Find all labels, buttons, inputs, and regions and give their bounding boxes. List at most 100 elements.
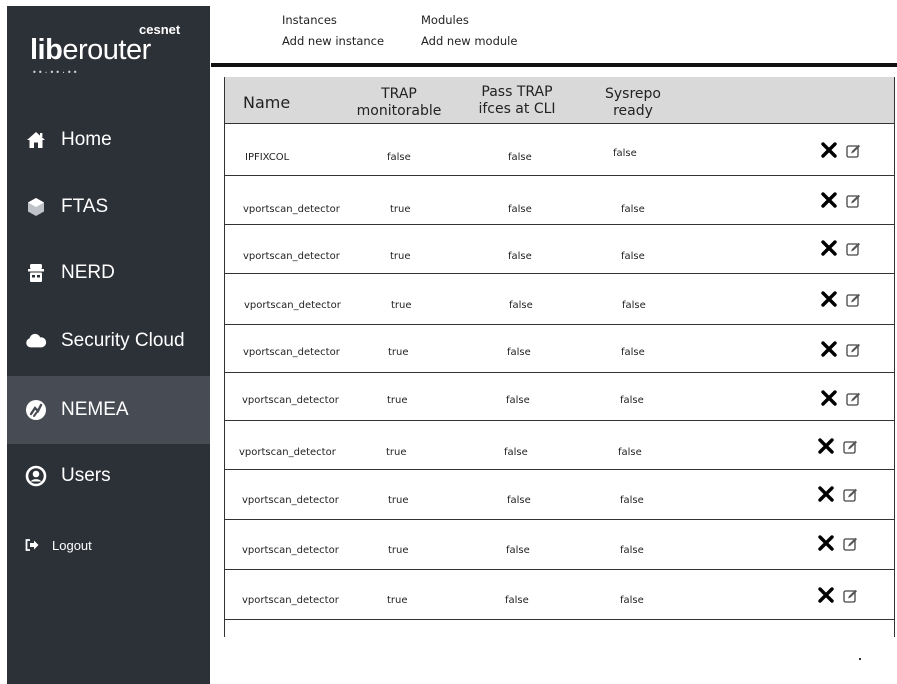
- sidebar-item-ftas[interactable]: FTAS: [7, 184, 210, 230]
- table-row: IPFIXCOL false false false: [225, 124, 894, 176]
- table-row: vportscan_detector true false false: [225, 175, 894, 225]
- trap-monitorable-cell: true: [386, 447, 407, 458]
- user-icon: [25, 465, 47, 487]
- cloud-icon: [25, 330, 47, 352]
- sidebar-item-label: FTAS: [61, 196, 109, 217]
- add-new-instance-link[interactable]: Add new instance: [282, 34, 384, 48]
- pass-trap-cell: false: [507, 495, 531, 506]
- sysrepo-ready-cell: false: [621, 204, 645, 215]
- column-header-name: Name: [243, 93, 291, 112]
- delete-close-icon[interactable]: [821, 291, 837, 307]
- modules-table: Name TRAP monitorable Pass TRAP ifces at C…: [224, 77, 895, 637]
- instances-link[interactable]: Instances: [282, 13, 337, 27]
- sidebar-item-security-cloud[interactable]: Security Cloud: [7, 318, 210, 364]
- logo-wordmark: liberouter: [30, 34, 151, 67]
- pass-trap-cell: false: [508, 204, 532, 215]
- delete-close-icon[interactable]: [821, 341, 837, 357]
- pass-trap-cell: false: [506, 395, 530, 406]
- sidebar-item-label: NEMEA: [61, 399, 129, 420]
- trap-monitorable-cell: true: [390, 251, 411, 262]
- edit-icon[interactable]: [843, 536, 858, 551]
- sidebar-item-label: NERD: [61, 262, 115, 283]
- header-line: TRAP: [381, 86, 417, 102]
- pass-trap-cell: false: [505, 595, 529, 606]
- sidebar-item-nemea[interactable]: NEMEA: [7, 376, 210, 444]
- module-name-cell: vportscan_detector: [242, 595, 339, 606]
- column-header-trap-monitorable: TRAP monitorable: [353, 86, 445, 120]
- edit-icon[interactable]: [846, 143, 861, 158]
- modules-link[interactable]: Modules: [421, 13, 469, 27]
- trap-monitorable-cell: true: [390, 204, 411, 215]
- logout-icon: [25, 538, 39, 552]
- add-new-module-link[interactable]: Add new module: [421, 34, 517, 48]
- header-line: monitorable: [356, 103, 442, 119]
- delete-close-icon[interactable]: [821, 240, 837, 256]
- edit-icon[interactable]: [846, 391, 861, 406]
- home-icon: [25, 129, 47, 151]
- module-name-cell: vportscan_detector: [243, 347, 340, 358]
- edit-icon[interactable]: [846, 241, 861, 256]
- pass-trap-cell: false: [509, 300, 533, 311]
- sysrepo-ready-cell: false: [613, 148, 637, 159]
- module-name-cell: vportscan_detector: [242, 495, 339, 506]
- header-line: Sysrepo: [605, 86, 661, 102]
- edit-icon[interactable]: [846, 342, 861, 357]
- trap-monitorable-cell: true: [387, 595, 408, 606]
- edit-icon[interactable]: [846, 193, 861, 208]
- sysrepo-ready-cell: false: [620, 395, 644, 406]
- delete-close-icon[interactable]: [821, 142, 837, 158]
- module-name-cell: vportscan_detector: [243, 204, 340, 215]
- hexagon-icon: [25, 196, 47, 218]
- edit-icon[interactable]: [843, 487, 858, 502]
- module-name-cell: IPFIXCOL: [245, 152, 290, 163]
- delete-close-icon[interactable]: [818, 438, 834, 454]
- sidebar-item-users[interactable]: Users: [7, 453, 210, 499]
- module-name-cell: vportscan_detector: [239, 447, 336, 458]
- sysrepo-ready-cell: false: [620, 595, 644, 606]
- pass-trap-cell: false: [507, 347, 531, 358]
- logout-link[interactable]: Logout: [7, 533, 210, 557]
- pass-trap-cell: false: [508, 152, 532, 163]
- sysrepo-ready-cell: false: [622, 300, 646, 311]
- sidebar-item-home[interactable]: Home: [7, 117, 210, 163]
- trap-monitorable-cell: true: [387, 395, 408, 406]
- table-header: Name TRAP monitorable Pass TRAP ifces at C…: [225, 77, 894, 124]
- stray-dot: [859, 658, 861, 660]
- trap-monitorable-cell: true: [391, 300, 412, 311]
- pass-trap-cell: false: [504, 447, 528, 458]
- delete-close-icon[interactable]: [821, 192, 837, 208]
- sidebar-item-nerd[interactable]: NERD: [7, 250, 210, 296]
- pass-trap-cell: false: [508, 251, 532, 262]
- nerd-icon: [25, 262, 47, 284]
- edit-icon[interactable]: [843, 588, 858, 603]
- module-name-cell: vportscan_detector: [244, 300, 341, 311]
- delete-close-icon[interactable]: [818, 587, 834, 603]
- nemea-icon: [25, 399, 47, 421]
- module-name-cell: vportscan_detector: [242, 395, 339, 406]
- delete-close-icon[interactable]: [821, 390, 837, 406]
- header-line: ifces at CLI: [478, 101, 556, 117]
- table-row: vportscan_detector true false false: [225, 569, 894, 620]
- sidebar-item-label: Home: [61, 129, 112, 150]
- sidebar-item-label: Users: [61, 465, 111, 486]
- edit-icon[interactable]: [846, 292, 861, 307]
- table-row: vportscan_detector true false false: [225, 469, 894, 520]
- column-header-pass-trap: Pass TRAP ifces at CLI: [471, 84, 563, 118]
- table-row: vportscan_detector true false false: [225, 372, 894, 421]
- sidebar-item-label: Security Cloud: [61, 330, 185, 351]
- table-row: vportscan_detector true false false: [225, 519, 894, 570]
- liberouter-logo[interactable]: cesnet liberouter ••·••·••: [26, 16, 196, 77]
- module-name-cell: vportscan_detector: [243, 251, 340, 262]
- column-header-sysrepo-ready: Sysrepo ready: [587, 86, 679, 120]
- edit-icon[interactable]: [843, 439, 858, 454]
- sysrepo-ready-cell: false: [618, 447, 642, 458]
- delete-close-icon[interactable]: [818, 486, 834, 502]
- sysrepo-ready-cell: false: [620, 495, 644, 506]
- logout-label: Logout: [52, 537, 92, 553]
- sidebar: cesnet liberouter ••·••·•• Home FTAS NER…: [7, 6, 210, 684]
- logo-wordmark-bold: lib: [30, 34, 63, 66]
- logo-dots: ••·••·••: [32, 68, 79, 77]
- delete-close-icon[interactable]: [818, 535, 834, 551]
- trap-monitorable-cell: true: [388, 495, 409, 506]
- header-line: ready: [613, 103, 653, 119]
